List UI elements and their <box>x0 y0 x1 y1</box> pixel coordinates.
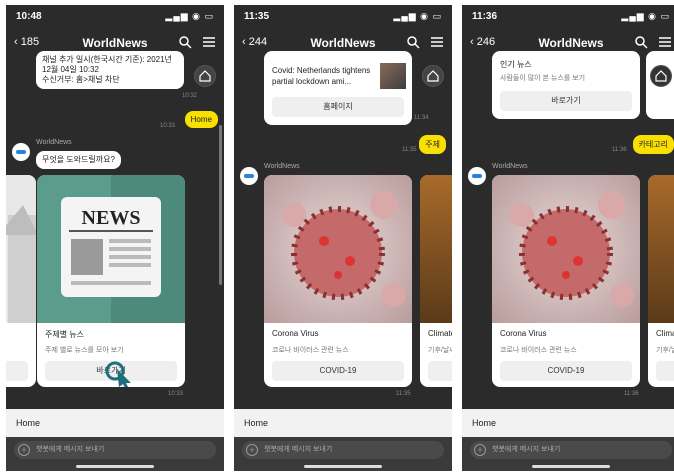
timestamp: 11:35 <box>396 391 411 397</box>
bot-avatar <box>240 167 258 185</box>
timestamp: 10:33 <box>168 391 184 397</box>
status-bar: 11:36 ▂▄▆ ◉ ▭ <box>472 11 670 25</box>
virus-image <box>264 175 412 323</box>
status-time: 11:35 <box>244 11 270 22</box>
shortcut-button[interactable]: 바로가기 <box>500 91 632 111</box>
climate-image <box>420 175 452 323</box>
carousel-card-prev[interactable] <box>6 175 36 387</box>
card-title: Corona Virus <box>500 329 547 338</box>
card-title: Climate <box>428 329 452 338</box>
home-indicator <box>532 465 610 468</box>
article-headline: Covid: Netherlands tightens partial lock… <box>272 66 371 86</box>
news-logo-text: NEWS <box>82 207 141 229</box>
card-description: 사람들이 많이 본 뉴스를 보기 <box>500 75 586 82</box>
user-message: 주제 <box>419 135 446 154</box>
bot-name: WorldNews <box>36 139 72 146</box>
composer: Home + 챗봇에게 메시지 보내기 <box>234 409 452 471</box>
plus-icon[interactable]: + <box>474 444 486 456</box>
covid-button[interactable]: COVID-19 <box>272 361 404 381</box>
article-thumbnail <box>380 63 406 89</box>
input-placeholder: 챗봇에게 메시지 보내기 <box>264 446 333 453</box>
cursor-hand-icon <box>105 361 131 387</box>
timestamp: 11:35 <box>402 147 417 153</box>
carousel-card-corona[interactable]: Corona Virus 코로나 바이러스 관련 뉴스 COVID-19 <box>492 175 640 387</box>
signal-wifi-battery-icon: ▂▄▆ ◉ ▭ <box>393 11 442 21</box>
card-prev-button[interactable] <box>6 361 28 381</box>
timestamp: 10:33 <box>160 123 176 129</box>
news-article-card[interactable]: Covid: Netherlands tightens partial lock… <box>264 51 412 125</box>
phone-screen-3: 11:36 ▂▄▆ ◉ ▭ ‹ 246 WorldNews 인기 뉴스 사람들이… <box>462 5 674 471</box>
message-input[interactable]: + 챗봇에게 메시지 보내기 <box>242 441 444 459</box>
quick-reply-home[interactable]: Home <box>462 409 674 437</box>
phone-screen-2: 11:35 ▂▄▆ ◉ ▭ ‹ 244 WorldNews Covid: Net… <box>234 5 452 471</box>
popular-news-card[interactable]: 인기 뉴스 사람들이 많이 본 뉴스를 보기 바로가기 <box>492 51 640 119</box>
composer: Home + 챗봇에게 메시지 보내기 <box>6 409 224 471</box>
card-title: 인기 뉴스 <box>500 60 532 69</box>
card-description: 코로나 바이러스 관련 뉴스 <box>272 347 349 354</box>
menu-icon[interactable] <box>658 35 672 49</box>
carousel-card-climate[interactable]: Climat 기후/날씨 <box>648 175 674 387</box>
menu-icon[interactable] <box>202 35 216 49</box>
card-title: Climat <box>656 329 674 338</box>
quick-reply-home[interactable]: Home <box>6 409 224 437</box>
scrollbar[interactable] <box>219 125 222 285</box>
user-message: Home <box>184 111 218 128</box>
carousel-card-topic-news[interactable]: NEWS 주제별 뉴스 주제 별로 뉴스를 모아 보기 바로가기 <box>37 175 185 387</box>
plus-icon[interactable]: + <box>246 444 258 456</box>
homepage-button[interactable]: 홈페이지 <box>272 97 404 117</box>
card-description: 코로나 바이러스 관련 뉴스 <box>500 347 577 354</box>
timestamp: 10:32 <box>182 93 198 99</box>
timestamp: 11:36 <box>612 147 627 153</box>
plus-icon[interactable]: + <box>18 444 30 456</box>
status-time: 10:48 <box>16 11 42 22</box>
bot-name: WorldNews <box>264 163 300 170</box>
channel-info-message: 채널 추가 일시(한국시간 기준): 2021년 12월 04일 10:32 수… <box>36 51 184 89</box>
bot-prompt-message: 무엇을 도와드릴까요? <box>36 151 121 169</box>
bot-name: WorldNews <box>492 163 528 170</box>
card-description: 기후/날씨 <box>656 347 674 354</box>
timestamp: 11:36 <box>624 391 639 397</box>
search-icon[interactable] <box>178 35 192 49</box>
message-input[interactable]: + 챗봇에게 메시지 보내기 <box>14 441 216 459</box>
message-input[interactable]: + 챗봇에게 메시지 보내기 <box>470 441 672 459</box>
card-description: 기후/날씨 <box>428 347 452 354</box>
bot-avatar <box>468 167 486 185</box>
card-button[interactable] <box>656 361 674 381</box>
quick-reply-home[interactable]: Home <box>234 409 452 437</box>
input-placeholder: 챗봇에게 메시지 보내기 <box>36 446 105 453</box>
home-icon[interactable] <box>194 65 216 87</box>
search-icon[interactable] <box>406 35 420 49</box>
covid-button[interactable]: COVID-19 <box>500 361 632 381</box>
card-description: 주제 별로 뉴스를 모아 보기 <box>45 347 124 354</box>
climate-image <box>648 175 674 323</box>
carousel-card-corona[interactable]: Corona Virus 코로나 바이러스 관련 뉴스 COVID-19 <box>264 175 412 387</box>
home-indicator <box>304 465 382 468</box>
home-indicator <box>76 465 154 468</box>
timestamp: 11:34 <box>414 115 429 121</box>
card-title: 주제별 뉴스 <box>45 330 85 339</box>
building-illustration <box>6 205 36 323</box>
card-button[interactable] <box>428 361 452 381</box>
input-placeholder: 챗봇에게 메시지 보내기 <box>492 446 561 453</box>
home-icon[interactable] <box>650 65 672 87</box>
virus-image <box>492 175 640 323</box>
bot-avatar <box>12 143 30 161</box>
signal-wifi-battery-icon: ▂▄▆ ◉ ▭ <box>165 11 214 21</box>
user-message: 카테고리 <box>632 135 674 154</box>
composer: Home + 챗봇에게 메시지 보내기 <box>462 409 674 471</box>
status-bar: 11:35 ▂▄▆ ◉ ▭ <box>244 11 442 25</box>
carousel-card-climate[interactable]: Climate 기후/날씨 <box>420 175 452 387</box>
card-title: Corona Virus <box>272 329 319 338</box>
status-time: 11:36 <box>472 11 498 22</box>
search-icon[interactable] <box>634 35 648 49</box>
news-image: NEWS <box>37 175 185 323</box>
phone-screen-1: 10:48 ▂▄▆ ◉ ▭ ‹ 185 WorldNews 채널 추가 일시(한… <box>6 5 224 471</box>
status-bar: 10:48 ▂▄▆ ◉ ▭ <box>16 11 214 25</box>
menu-icon[interactable] <box>430 35 444 49</box>
home-icon[interactable] <box>422 65 444 87</box>
signal-wifi-battery-icon: ▂▄▆ ◉ ▭ <box>621 11 670 21</box>
